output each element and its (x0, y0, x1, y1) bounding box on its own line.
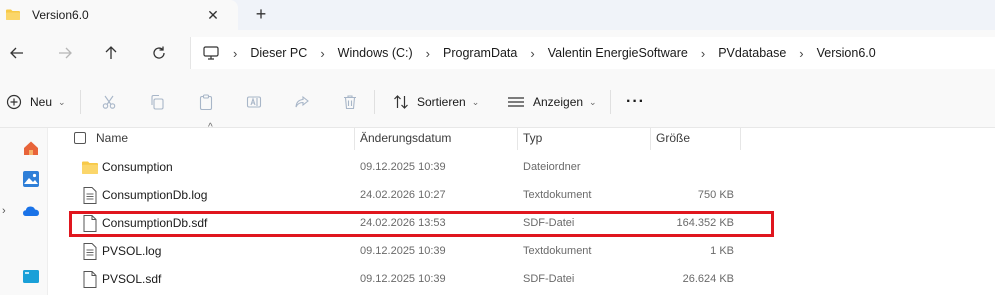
command-bar: Neu ⌄ Sortieren ⌄ Anzeigen ⌄ ··· (0, 76, 995, 128)
select-all-checkbox[interactable] (74, 132, 86, 144)
file-date: 09.12.2025 10:39 (360, 273, 446, 285)
desktop-icon[interactable] (22, 268, 40, 286)
view-list-icon (508, 97, 524, 107)
back-button[interactable] (6, 42, 28, 64)
breadcrumb-dieser-pc[interactable]: Dieser PC (250, 46, 307, 60)
share-button[interactable] (294, 90, 310, 114)
file-icon (83, 271, 97, 288)
file-type: Dateiordner (523, 161, 581, 173)
chevron-down-icon: ⌄ (471, 96, 480, 107)
tab-version6[interactable]: Version6.0 ✕ (0, 0, 238, 30)
file-date: 09.12.2025 10:39 (360, 245, 446, 257)
view-button-label: Anzeigen (533, 95, 584, 109)
breadcrumb-programdata[interactable]: ProgramData (443, 46, 517, 60)
text-file-icon (83, 243, 97, 260)
file-list-header: ^ Name Änderungsdatum Typ Größe (48, 122, 995, 150)
tab-strip: Version6.0 ✕ + (0, 0, 995, 30)
column-divider[interactable] (517, 128, 518, 150)
divider (610, 90, 611, 114)
breadcrumb-separator: › (530, 45, 535, 61)
column-size[interactable]: Größe (656, 131, 690, 145)
column-divider[interactable] (650, 128, 651, 150)
copy-button[interactable] (149, 90, 165, 114)
folder-icon (6, 9, 20, 20)
tab-title: Version6.0 (32, 8, 89, 22)
breadcrumb-version6[interactable]: Version6.0 (817, 46, 876, 60)
file-size: 750 KB (697, 189, 734, 201)
file-type: Textdokument (523, 245, 592, 257)
file-name: PVSOL.log (102, 244, 162, 258)
breadcrumb-separator: › (799, 45, 804, 61)
list-item[interactable]: PVSOL.log 09.12.2025 10:39 Textdokument … (48, 238, 995, 266)
rename-button[interactable] (246, 90, 262, 114)
arrow-left-icon (10, 47, 23, 59)
rename-icon (246, 96, 262, 108)
view-button[interactable]: Anzeigen ⌄ (507, 90, 597, 114)
delete-button[interactable] (342, 90, 358, 114)
paste-button[interactable] (198, 90, 214, 114)
forward-button[interactable] (54, 42, 76, 64)
breadcrumb-separator: › (233, 45, 238, 61)
plus-circle-icon (6, 94, 22, 110)
file-date: 09.12.2025 10:39 (360, 161, 446, 173)
column-date[interactable]: Änderungsdatum (360, 131, 451, 145)
column-divider[interactable] (354, 128, 355, 150)
refresh-icon (153, 46, 165, 59)
trash-icon (344, 95, 356, 110)
sort-button-label: Sortieren (417, 95, 466, 109)
copy-icon (151, 94, 164, 110)
clipboard-icon (199, 94, 213, 110)
file-name: Consumption (102, 160, 173, 174)
column-name[interactable]: Name (96, 131, 128, 145)
home-icon[interactable] (22, 139, 40, 157)
file-name: ConsumptionDb.log (102, 188, 208, 202)
breadcrumb-valentin[interactable]: Valentin EnergieSoftware (548, 46, 688, 60)
column-divider[interactable] (740, 128, 741, 150)
chevron-right-icon[interactable]: › (2, 205, 6, 217)
file-date: 24.02.2026 10:27 (360, 189, 446, 201)
breadcrumb-pvdatabase[interactable]: PVdatabase (718, 46, 786, 60)
computer-icon (203, 46, 219, 60)
list-item[interactable]: Consumption 09.12.2025 10:39 Dateiordner (48, 154, 995, 182)
breadcrumb-windows-c[interactable]: Windows (C:) (338, 46, 413, 60)
new-button[interactable]: Neu ⌄ (6, 90, 66, 114)
breadcrumb-separator: › (320, 45, 325, 61)
breadcrumb-separator: › (425, 45, 431, 61)
sort-button[interactable]: Sortieren ⌄ (393, 90, 479, 114)
file-size: 26.624 KB (682, 273, 734, 285)
new-button-label: Neu (30, 95, 53, 109)
navigation-bar: › Dieser PC › Windows (C:) › ProgramData… (0, 30, 995, 76)
file-size: 1 KB (710, 245, 734, 257)
navigation-pane: › (0, 128, 48, 295)
file-type: Textdokument (523, 189, 592, 201)
divider (374, 90, 375, 114)
text-file-icon (83, 187, 97, 204)
new-tab-button[interactable]: + (250, 4, 272, 26)
scissors-icon (102, 95, 116, 109)
share-icon (295, 95, 309, 108)
file-type: SDF-Datei (523, 273, 575, 285)
list-item[interactable]: ConsumptionDb.log 24.02.2026 10:27 Textd… (48, 182, 995, 210)
divider (80, 90, 81, 114)
close-tab-icon[interactable]: ✕ (204, 6, 222, 24)
folder-icon (82, 161, 98, 174)
chevron-down-icon: ⌄ (589, 96, 597, 107)
up-button[interactable] (100, 42, 122, 64)
highlight-box (69, 211, 774, 237)
address-bar[interactable]: › Dieser PC › Windows (C:) › ProgramData… (190, 37, 995, 69)
sort-icon (394, 95, 408, 109)
cut-button[interactable] (101, 90, 117, 114)
arrow-right-icon (59, 47, 72, 59)
arrow-up-icon (105, 46, 117, 59)
sort-ascending-icon: ^ (208, 122, 213, 133)
gallery-icon[interactable] (22, 170, 40, 188)
more-options-button[interactable]: ··· (626, 90, 645, 114)
cloud-icon[interactable] (22, 202, 40, 220)
column-type[interactable]: Typ (523, 131, 542, 145)
file-name: PVSOL.sdf (102, 272, 162, 286)
refresh-button[interactable] (148, 42, 170, 64)
list-item[interactable]: PVSOL.sdf 09.12.2025 10:39 SDF-Datei 26.… (48, 266, 995, 294)
chevron-down-icon: ⌄ (58, 96, 66, 107)
breadcrumb-separator: › (700, 45, 706, 61)
